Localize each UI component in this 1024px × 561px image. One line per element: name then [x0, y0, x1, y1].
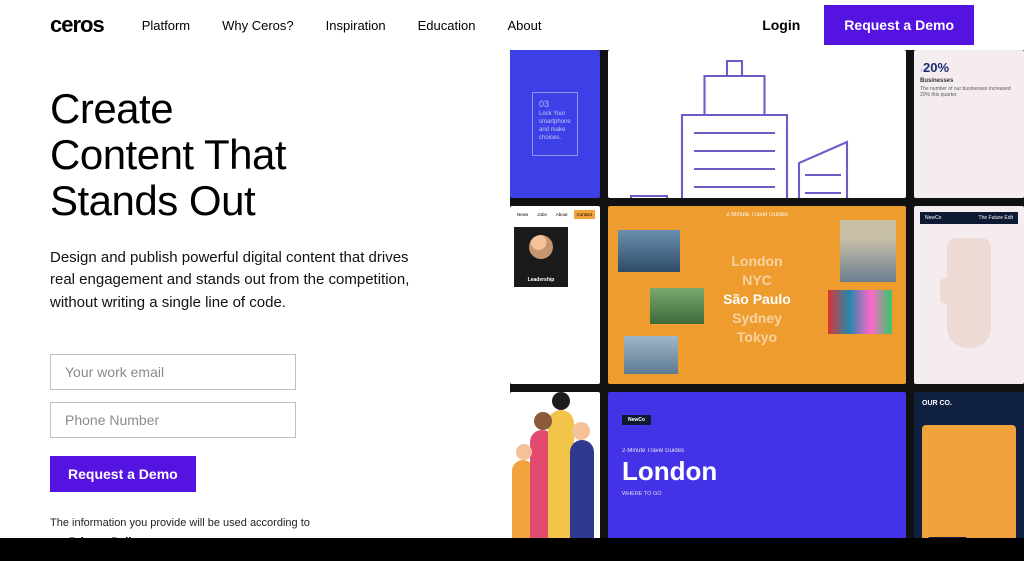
- london-mini: 2-Minute Travel Guides: [622, 448, 892, 454]
- travel-thumb: [650, 288, 704, 324]
- presenter-icon: [529, 235, 553, 259]
- travel-thumb: [840, 220, 896, 282]
- showcase-card-london[interactable]: NewCo 2-Minute Travel Guides London WHER…: [608, 392, 906, 538]
- hero-subtitle: Design and publish powerful digital cont…: [50, 247, 410, 315]
- news-tabs: News Jobs About Contact: [514, 210, 596, 219]
- header-actions: Login Request a Demo: [762, 5, 974, 45]
- main-content: Create Content That Stands Out Design an…: [0, 50, 1024, 538]
- stat-desc: The number of our businesses increased 2…: [920, 86, 1018, 98]
- travel-thumb: [828, 290, 892, 334]
- hero-title-line: Content That: [50, 131, 286, 178]
- lock-card-line: and make: [539, 127, 571, 133]
- city-name: London: [723, 252, 791, 271]
- news-tab: About: [553, 210, 571, 219]
- email-input[interactable]: [50, 354, 296, 390]
- footer-bar: [0, 538, 1024, 561]
- newco-brand: NewCo: [925, 215, 941, 221]
- lock-card-line: choices.: [539, 135, 571, 141]
- news-video-tile: Leadership: [514, 227, 568, 287]
- site-header: ceros Platform Why Ceros? Inspiration Ed…: [0, 0, 1024, 50]
- london-copy: NewCo 2-Minute Travel Guides London WHER…: [622, 408, 892, 538]
- showcase-card-newco[interactable]: NewCo The Future Edit: [914, 206, 1024, 384]
- building-illustration: [622, 58, 892, 198]
- travel-cities: London NYC São Paulo Sydney Tokyo: [723, 252, 791, 346]
- city-name: NYC: [723, 271, 791, 290]
- stat-value: 20%: [923, 60, 949, 75]
- stat-label: Businesses: [920, 78, 1018, 84]
- building-icon: [622, 58, 892, 198]
- travel-subtitle: 2-Minute Travel Guides: [726, 212, 788, 218]
- phone-input[interactable]: [50, 402, 296, 438]
- nav-education[interactable]: Education: [418, 18, 476, 33]
- travel-thumb: [624, 336, 678, 374]
- newco-edition: The Future Edit: [979, 215, 1013, 221]
- city-name: Sydney: [723, 309, 791, 328]
- request-demo-header-button[interactable]: Request a Demo: [824, 5, 974, 45]
- ourco-brand: OUR CO.: [922, 400, 1016, 407]
- showcase-card-expo[interactable]: Energy Expo First Name Last Name Your Or…: [608, 50, 906, 198]
- login-link[interactable]: Login: [762, 17, 800, 33]
- lock-card-line: smartphone: [539, 119, 571, 125]
- lock-card-box: 03 Lock Your smartphone and make choices…: [532, 92, 578, 156]
- travel-thumb: [618, 230, 680, 272]
- london-where: WHERE TO GO: [622, 491, 892, 497]
- city-name-active: São Paulo: [723, 290, 791, 309]
- primary-nav: Platform Why Ceros? Inspiration Educatio…: [142, 18, 762, 33]
- showcase-card-travel[interactable]: 2-Minute Travel Guides London NYC São Pa…: [608, 206, 906, 384]
- london-city-title: London: [622, 456, 892, 487]
- hero-title-line: Create: [50, 85, 173, 132]
- nav-platform[interactable]: Platform: [142, 18, 190, 33]
- nav-why-ceros[interactable]: Why Ceros?: [222, 18, 294, 33]
- video-label: Leadership: [528, 277, 555, 283]
- lock-card-line: Lock Your: [539, 111, 571, 117]
- showcase-grid: 03 Lock Your smartphone and make choices…: [510, 50, 1024, 538]
- usa-map-icon: Seattle, WA: [922, 425, 1016, 538]
- news-tab: Jobs: [534, 210, 550, 219]
- glove-icon: [947, 238, 991, 348]
- people-illustration: [510, 392, 600, 538]
- showcase-card-news[interactable]: News Jobs About Contact Leadership: [510, 206, 600, 384]
- hero-title: Create Content That Stands Out: [50, 86, 510, 225]
- london-brand: NewCo: [622, 415, 651, 425]
- showcase-card-ourco[interactable]: OUR CO. Seattle, WA: [914, 392, 1024, 538]
- lock-card-number: 03: [539, 99, 571, 109]
- demo-form: Request a Demo: [50, 354, 296, 492]
- brand-logo[interactable]: ceros: [50, 12, 104, 38]
- newco-header: NewCo The Future Edit: [920, 212, 1018, 224]
- city-name: Tokyo: [723, 328, 791, 347]
- nav-about[interactable]: About: [507, 18, 541, 33]
- news-tab-active: Contact: [574, 210, 596, 219]
- hero-section: Create Content That Stands Out Design an…: [0, 50, 510, 538]
- hero-title-line: Stands Out: [50, 177, 255, 224]
- news-tab: News: [514, 210, 531, 219]
- showcase-gallery: 03 Lock Your smartphone and make choices…: [510, 50, 1024, 538]
- showcase-card-stat[interactable]: ↑20% Businesses The number of our busine…: [914, 50, 1024, 198]
- showcase-card-lock[interactable]: 03 Lock Your smartphone and make choices…: [510, 50, 600, 198]
- showcase-card-people[interactable]: [510, 392, 600, 538]
- request-demo-submit-button[interactable]: Request a Demo: [50, 456, 196, 492]
- stat-percent: ↑20%: [920, 60, 1018, 75]
- nav-inspiration[interactable]: Inspiration: [326, 18, 386, 33]
